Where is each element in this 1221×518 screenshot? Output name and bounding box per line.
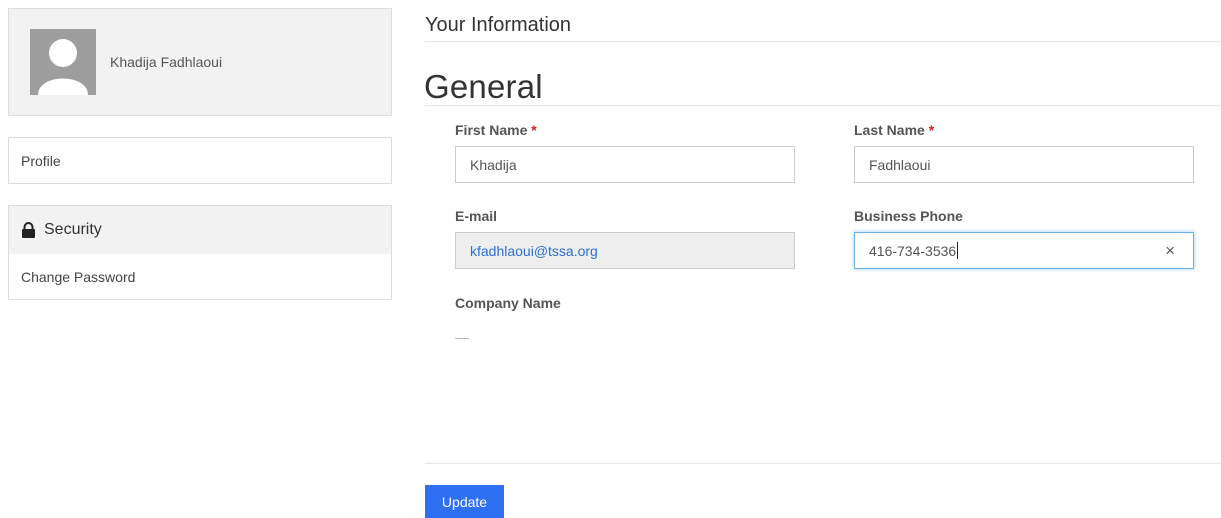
subsection-title: General — [424, 68, 543, 105]
text-caret — [957, 242, 959, 259]
last-name-label: Last Name * — [854, 122, 934, 138]
divider — [425, 105, 1221, 106]
avatar-icon — [30, 29, 96, 95]
email-field: kfadhlaoui@tssa.org — [455, 232, 795, 269]
sidebar-security-group: Security Change Password — [8, 205, 392, 300]
first-name-label: First Name * — [455, 122, 537, 138]
first-name-field[interactable]: Khadija — [455, 146, 795, 183]
page: Khadija Fadhlaoui Profile Security Chang… — [0, 0, 1221, 518]
required-marker: * — [928, 122, 935, 138]
update-button[interactable]: Update — [425, 485, 504, 518]
last-name-label-text: Last Name — [854, 122, 925, 138]
required-marker: * — [531, 122, 537, 138]
last-name-field[interactable]: Fadhlaoui — [854, 146, 1194, 183]
sidebar-security-header: Security — [9, 206, 391, 254]
company-name-empty-value — [455, 338, 469, 339]
sidebar-security-label: Security — [44, 221, 102, 238]
company-name-label: Company Name — [455, 295, 561, 311]
close-icon[interactable]: × — [1165, 241, 1175, 261]
last-name-value: Fadhlaoui — [869, 156, 931, 173]
sidebar-item-profile[interactable]: Profile — [9, 138, 391, 183]
section-title: Your Information — [425, 14, 572, 36]
sidebar-nav-profile: Profile — [8, 137, 392, 184]
sidebar-item-change-password[interactable]: Change Password — [9, 254, 391, 299]
business-phone-label: Business Phone — [854, 208, 963, 224]
business-phone-value: 416-734-3536 — [869, 242, 957, 259]
business-phone-field[interactable]: 416-734-3536 × — [854, 232, 1194, 269]
lock-icon — [21, 222, 36, 238]
user-name: Khadija Fadhlaoui — [110, 54, 223, 70]
divider — [425, 463, 1221, 464]
user-card: Khadija Fadhlaoui — [8, 8, 392, 116]
divider — [425, 41, 1221, 42]
email-value: kfadhlaoui@tssa.org — [470, 242, 598, 259]
first-name-value: Khadija — [470, 156, 517, 173]
email-label: E-mail — [455, 208, 498, 224]
first-name-label-text: First Name — [455, 122, 528, 138]
